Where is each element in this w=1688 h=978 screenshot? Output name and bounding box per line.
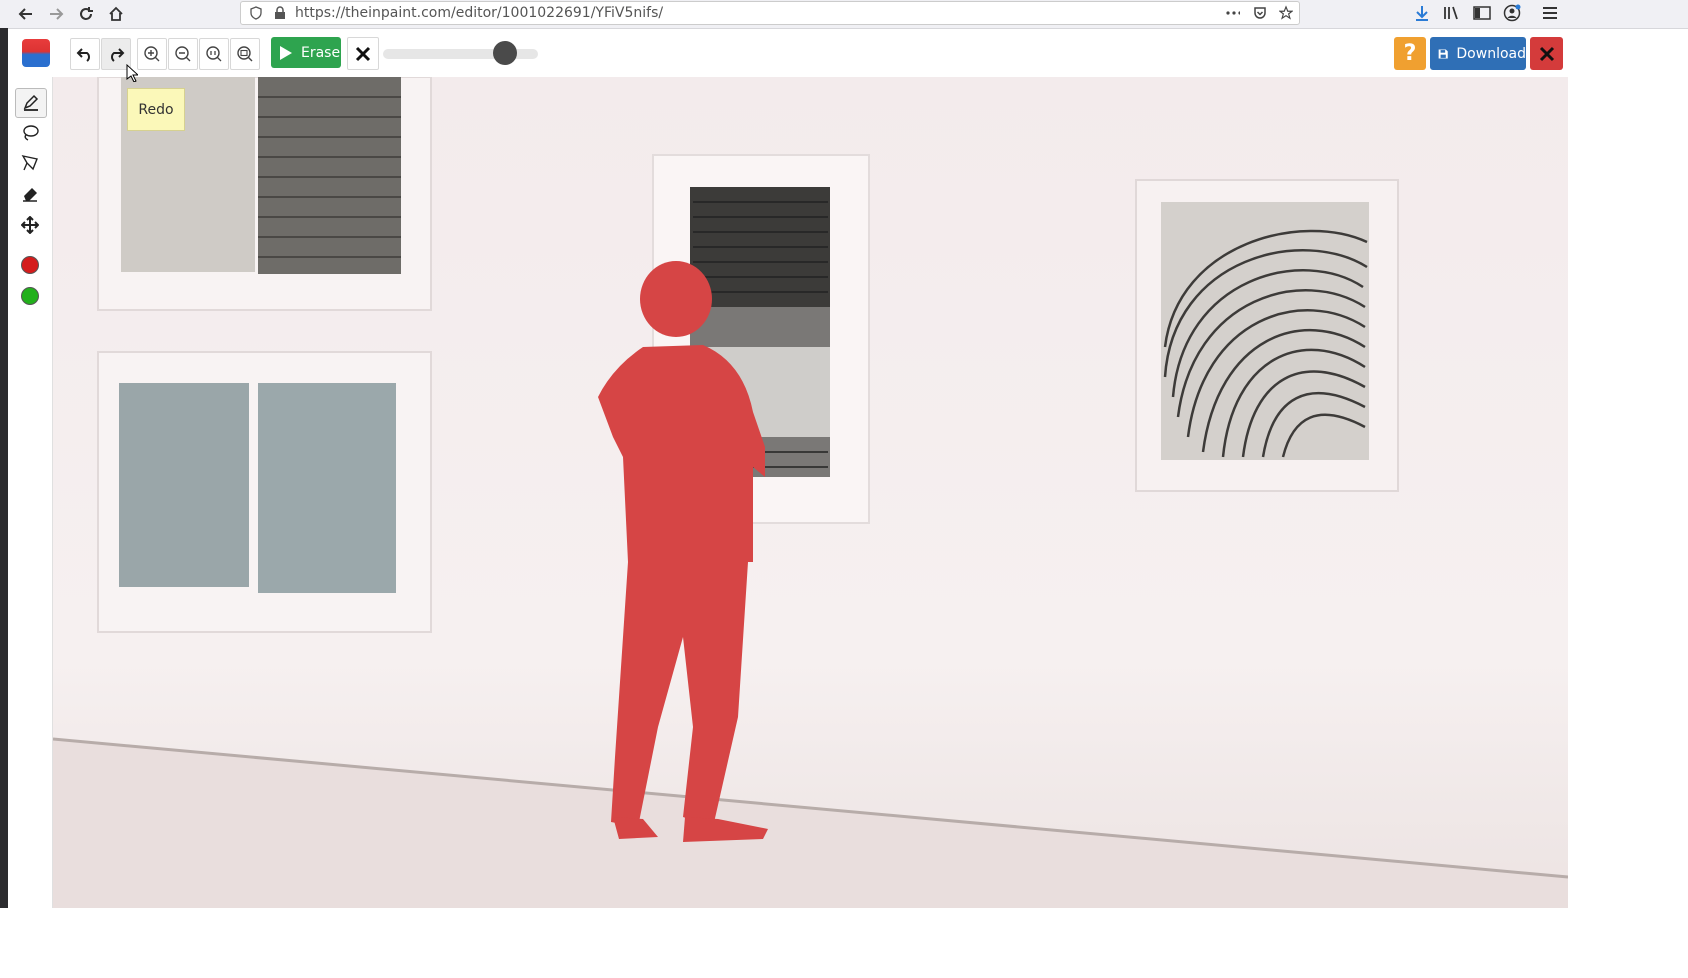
sidebar-icon[interactable] — [1472, 3, 1492, 23]
play-icon — [280, 45, 292, 60]
zoom-actual-button[interactable] — [199, 38, 229, 70]
forward-button[interactable] — [44, 2, 68, 26]
polygon-lasso-tool[interactable] — [15, 149, 45, 177]
tool-panel — [8, 77, 53, 908]
forward-icon — [50, 8, 64, 20]
back-button[interactable] — [14, 2, 38, 26]
zoom-out-button[interactable] — [168, 38, 198, 70]
zoom-fit-icon — [237, 46, 253, 62]
download-button[interactable]: Download — [1430, 37, 1526, 70]
star-icon[interactable] — [1279, 5, 1293, 20]
red-circle-icon — [21, 256, 39, 274]
reload-button[interactable] — [74, 2, 98, 26]
pencil-marker-icon — [23, 94, 39, 111]
undo-icon — [76, 48, 90, 62]
more-icon[interactable] — [1226, 6, 1240, 20]
close-x-icon — [1539, 46, 1554, 61]
close-editor-button[interactable] — [1530, 37, 1563, 70]
right-margin — [1568, 77, 1688, 908]
library-icon[interactable] — [1442, 3, 1462, 23]
left-window-edge — [0, 28, 8, 978]
bottom-margin — [0, 908, 1688, 978]
zoom-in-button[interactable] — [137, 38, 167, 70]
redo-tooltip: Redo — [127, 88, 185, 131]
lock-icon[interactable] — [273, 6, 287, 20]
brush-size-slider-thumb[interactable] — [493, 41, 518, 65]
reload-icon — [80, 7, 93, 20]
clear-mask-button[interactable] — [347, 37, 379, 70]
save-disk-icon — [1438, 48, 1448, 59]
menu-icon[interactable] — [1540, 3, 1560, 23]
help-label: ? — [1403, 41, 1417, 66]
download-arrow-icon[interactable] — [1412, 3, 1432, 23]
move-tool[interactable] — [15, 211, 45, 239]
account-icon[interactable] — [1502, 3, 1522, 23]
zoom-actual-icon — [206, 46, 222, 62]
mouse-cursor-icon — [126, 64, 138, 82]
move-arrows-icon — [21, 216, 39, 234]
marker-tool[interactable] — [15, 88, 47, 118]
lasso-tool[interactable] — [15, 119, 45, 147]
tooltip-text: Redo — [138, 101, 174, 118]
editor-toolbar: Erase ? Download — [8, 29, 1688, 77]
home-icon — [109, 6, 123, 21]
green-keep-color[interactable] — [15, 282, 45, 310]
download-label: Download — [1456, 45, 1526, 62]
help-button[interactable]: ? — [1394, 37, 1426, 70]
home-button[interactable] — [104, 2, 128, 26]
redo-icon — [111, 48, 125, 62]
back-icon — [18, 8, 32, 20]
polygon-lasso-icon — [21, 154, 38, 171]
gallery-photo — [53, 77, 1568, 908]
browser-toolbar: https://theinpaint.com/editor/1001022691… — [0, 0, 1688, 29]
lasso-icon — [23, 125, 39, 141]
pocket-icon[interactable] — [1253, 6, 1267, 20]
image-canvas[interactable] — [53, 77, 1568, 908]
shield-icon[interactable] — [249, 6, 263, 20]
undo-button[interactable] — [70, 38, 100, 70]
zoom-fit-button[interactable] — [230, 38, 260, 70]
red-mask-color[interactable] — [15, 251, 45, 279]
address-bar[interactable]: https://theinpaint.com/editor/1001022691… — [240, 1, 1300, 25]
green-circle-icon — [21, 287, 39, 305]
zoom-out-icon — [175, 46, 191, 62]
url-text: https://theinpaint.com/editor/1001022691… — [295, 5, 664, 21]
erase-button[interactable]: Erase — [271, 37, 341, 68]
zoom-in-icon — [144, 46, 160, 62]
clear-x-icon — [355, 46, 371, 61]
erase-label: Erase — [301, 44, 341, 61]
eraser-icon — [23, 188, 37, 202]
eraser-tool[interactable] — [15, 180, 45, 208]
app-logo — [22, 39, 50, 67]
